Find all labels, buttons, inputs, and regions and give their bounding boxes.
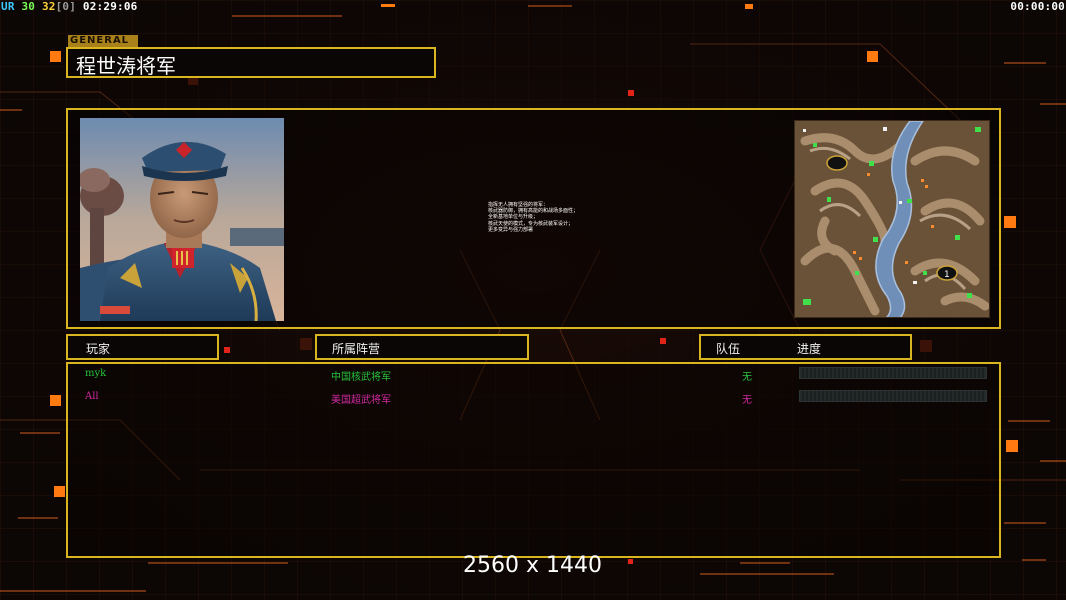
hud-status: UR 30 32[0] 02:29:06 <box>1 0 137 13</box>
header-team-label: 队伍 <box>716 342 741 356</box>
hud-part: 30 <box>14 0 42 13</box>
hud-timer: 00:00:00 <box>1010 0 1065 13</box>
player-name: All <box>85 391 99 402</box>
player-name: myk <box>85 368 107 379</box>
player-team: 无 <box>742 395 752 406</box>
header-team-progress: 队伍 进度 <box>699 334 912 360</box>
header-progress-label: 进度 <box>797 342 822 356</box>
player-team: 无 <box>742 372 752 383</box>
hud-part: 32 <box>41 0 56 13</box>
header-player: 玩家 <box>66 334 219 360</box>
general-portrait <box>80 118 284 321</box>
player-progress-bar <box>799 390 987 402</box>
general-tag: GENERAL <box>68 35 138 47</box>
hud-part: UR <box>1 0 15 13</box>
hud-part: 02:29:06 <box>76 0 138 13</box>
general-description: 指挥无人拥有坚强的将军： 核武器防御，拥有高能的和战场多面性； 全新基地单位与升级；… <box>488 202 668 233</box>
player-progress-bar <box>799 367 987 379</box>
description-line: 更多变异与强力部署 <box>488 226 534 233</box>
player-faction: 中国核武将军 <box>331 372 391 383</box>
general-name: 程世涛将军 <box>76 54 176 78</box>
general-title-box: 程世涛将军 <box>66 47 436 78</box>
header-player-label: 玩家 <box>86 342 111 356</box>
minimap[interactable]: 1 <box>794 120 990 318</box>
player-faction: 美国超武将军 <box>331 395 391 406</box>
header-faction-label: 所属阵营 <box>332 342 381 356</box>
svg-text:1: 1 <box>944 270 950 280</box>
header-faction: 所属阵营 <box>315 334 529 360</box>
hud-part: [0] <box>55 0 77 13</box>
resolution-label: 2560 x 1440 <box>463 553 602 578</box>
